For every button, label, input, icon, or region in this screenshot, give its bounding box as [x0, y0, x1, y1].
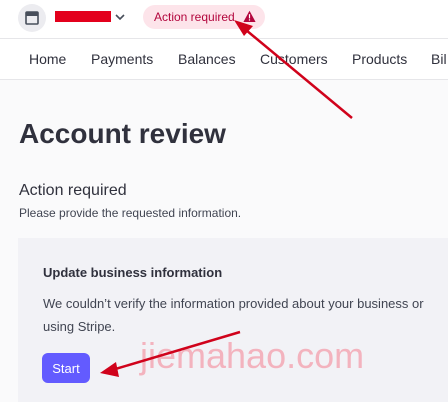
- section-subtitle: Please provide the requested information…: [19, 206, 242, 220]
- main-nav: Home Payments Balances Customers Product…: [0, 39, 448, 80]
- card-body-line-1: We couldn’t verify the information provi…: [43, 296, 424, 311]
- top-bar: Action required: [0, 0, 448, 39]
- card-title: Update business information: [43, 265, 223, 280]
- nav-item-customers[interactable]: Customers: [260, 51, 328, 67]
- status-badge[interactable]: Action required: [143, 5, 265, 29]
- start-button[interactable]: Start: [42, 353, 90, 383]
- nav-item-billing[interactable]: Bil: [431, 51, 447, 67]
- nav-item-payments[interactable]: Payments: [91, 51, 153, 67]
- store-icon[interactable]: [18, 4, 46, 32]
- watermark: jiemahao.com: [140, 335, 365, 376]
- page-title: Account review: [19, 118, 226, 149]
- status-badge-label: Action required: [154, 10, 235, 24]
- nav-item-balances[interactable]: Balances: [178, 51, 236, 67]
- section-title: Action required: [19, 182, 127, 199]
- warning-icon: [243, 10, 256, 22]
- chevron-down-icon[interactable]: [114, 10, 126, 24]
- nav-item-products[interactable]: Products: [352, 51, 407, 67]
- account-name-redacted[interactable]: [55, 11, 111, 22]
- update-business-card: Update business information We couldn’t …: [18, 238, 448, 402]
- nav-item-home[interactable]: Home: [29, 51, 66, 67]
- card-body: We couldn’t verify the information provi…: [43, 292, 448, 338]
